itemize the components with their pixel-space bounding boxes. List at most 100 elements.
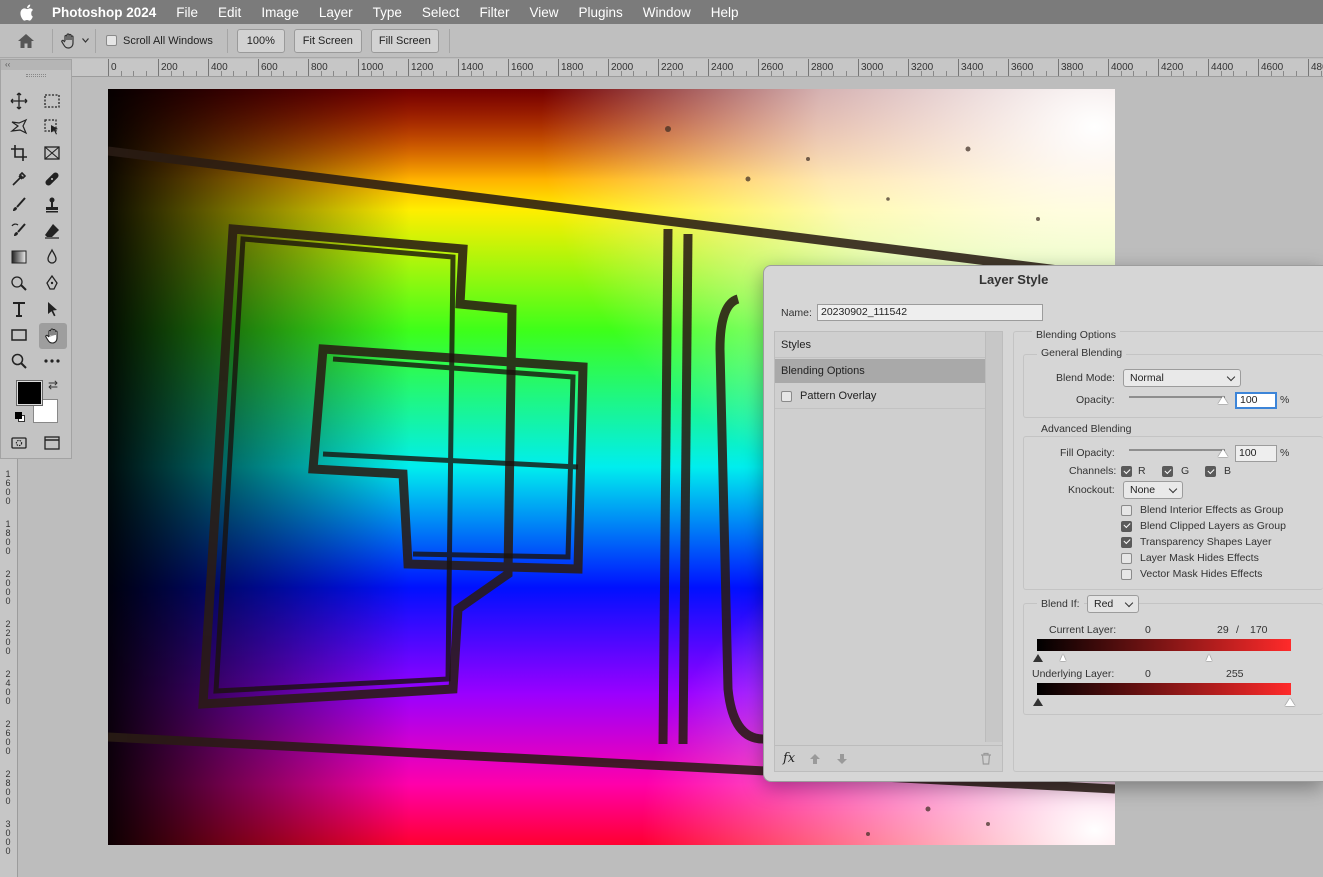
opacity-slider-thumb[interactable] <box>1218 396 1228 404</box>
eyedropper-icon[interactable] <box>6 167 32 191</box>
marquee-icon[interactable] <box>39 89 65 113</box>
hand-icon[interactable] <box>39 323 67 349</box>
object-select-icon[interactable] <box>39 115 65 139</box>
menu-view[interactable]: View <box>519 5 568 20</box>
move-icon[interactable] <box>6 89 32 113</box>
vector-mask-hides-checkbox[interactable] <box>1121 568 1132 580</box>
name-label: Name: <box>781 307 812 319</box>
dodge-icon[interactable] <box>6 271 32 295</box>
history-brush-icon[interactable] <box>6 219 32 243</box>
blend-clipped-option[interactable]: Blend Clipped Layers as Group <box>1121 520 1286 532</box>
channel-b-checkbox[interactable] <box>1205 466 1216 477</box>
ruler-tick <box>1133 71 1134 76</box>
name-field[interactable]: 20230902_111542 <box>817 304 1043 321</box>
transparency-shapes-checkbox[interactable] <box>1121 536 1132 548</box>
current-layer-high-a-value: 29 <box>1217 624 1229 636</box>
current-layer-white-split-left[interactable] <box>1060 654 1066 661</box>
healing-icon[interactable] <box>39 167 65 191</box>
grip-icon[interactable] <box>26 74 46 77</box>
pattern-overlay-checkbox[interactable] <box>781 390 792 402</box>
ruler-tick <box>383 71 384 76</box>
fx-icon[interactable]: fx <box>783 751 795 766</box>
apple-icon[interactable] <box>0 4 52 21</box>
menu-edit[interactable]: Edit <box>208 5 251 20</box>
collapse-icon[interactable]: ‹‹ <box>1 60 71 70</box>
ruler-tick <box>545 71 547 76</box>
menu-file[interactable]: File <box>166 5 208 20</box>
transparency-shapes-option[interactable]: Transparency Shapes Layer <box>1121 536 1272 548</box>
gradient-icon[interactable] <box>6 245 32 269</box>
current-layer-black-slider[interactable] <box>1033 654 1043 662</box>
current-layer-white-split-right[interactable] <box>1206 654 1212 661</box>
menu-filter[interactable]: Filter <box>469 5 519 20</box>
more-icon[interactable] <box>39 349 65 373</box>
ruler-tick <box>245 71 247 76</box>
scroll-all-windows-toggle[interactable]: Scroll All Windows <box>106 35 213 47</box>
underlying-layer-white-slider[interactable] <box>1285 698 1295 706</box>
default-colors-icon[interactable] <box>15 412 26 423</box>
scroll-all-checkbox[interactable] <box>106 35 117 46</box>
zoom-100-button[interactable]: 100% <box>236 28 285 53</box>
hand-tool-preset[interactable] <box>53 32 95 50</box>
opacity-field[interactable]: 100 <box>1235 392 1277 409</box>
screenmode-icon[interactable] <box>39 431 65 455</box>
eraser-icon[interactable] <box>39 219 65 243</box>
channel-r-checkbox[interactable] <box>1121 466 1132 477</box>
blend-if-select[interactable]: Red <box>1087 595 1139 613</box>
home-icon[interactable] <box>0 33 52 49</box>
ruler-tick <box>1120 71 1122 76</box>
fill-screen-button[interactable]: Fill Screen <box>370 28 439 53</box>
app-name-menu[interactable]: Photoshop 2024 <box>52 5 156 20</box>
move-up-icon[interactable] <box>809 753 821 765</box>
menu-select[interactable]: Select <box>412 5 470 20</box>
menu-plugins[interactable]: Plugins <box>568 5 632 20</box>
horizontal-ruler[interactable]: 0 200 400 600 800 1000 1200 1400 1600 1800 2000 220… <box>72 59 1323 77</box>
underlying-layer-black-slider[interactable] <box>1033 698 1043 706</box>
menu-layer[interactable]: Layer <box>309 5 363 20</box>
move-down-icon[interactable] <box>836 753 848 765</box>
type-icon[interactable] <box>6 297 32 321</box>
blur-icon[interactable] <box>39 245 65 269</box>
style-item-pattern-overlay[interactable]: Pattern Overlay <box>775 384 985 409</box>
styles-header[interactable]: Styles <box>775 332 985 358</box>
vector-mask-hides-option[interactable]: Vector Mask Hides Effects <box>1121 568 1262 580</box>
blend-clipped-checkbox[interactable] <box>1121 520 1132 532</box>
zoom-icon[interactable] <box>6 349 32 373</box>
menu-type[interactable]: Type <box>363 5 412 20</box>
styles-scrollbar[interactable] <box>985 332 1002 742</box>
dialog-title[interactable]: Layer Style <box>764 266 1323 293</box>
fit-screen-button[interactable]: Fit Screen <box>293 28 362 53</box>
blend-interior-option[interactable]: Blend Interior Effects as Group <box>1121 504 1283 516</box>
brush-icon[interactable] <box>6 193 32 217</box>
menu-help[interactable]: Help <box>701 5 749 20</box>
menu-image[interactable]: Image <box>251 5 309 20</box>
fill-opacity-field[interactable]: 100 <box>1235 445 1277 462</box>
lasso-icon[interactable] <box>6 115 32 139</box>
menu-window[interactable]: Window <box>633 5 701 20</box>
layer-mask-hides-option[interactable]: Layer Mask Hides Effects <box>1121 552 1259 564</box>
pen-icon[interactable] <box>39 271 65 295</box>
rectangle-icon[interactable] <box>6 323 32 347</box>
layer-mask-hides-checkbox[interactable] <box>1121 552 1132 564</box>
crop-icon[interactable] <box>6 141 32 165</box>
swap-colors-icon[interactable]: ⇄ <box>48 378 58 392</box>
fill-opacity-slider-thumb[interactable] <box>1218 449 1228 457</box>
style-item-blending-options[interactable]: Blending Options <box>775 359 985 383</box>
path-select-icon[interactable] <box>39 297 65 321</box>
channel-g-checkbox[interactable] <box>1162 466 1173 477</box>
layer-style-dialog[interactable]: Layer Style Name: 20230902_111542 Styles… <box>763 265 1323 782</box>
frame-icon[interactable] <box>39 141 65 165</box>
fill-opacity-slider[interactable] <box>1129 449 1225 451</box>
ruler-tick <box>1295 71 1297 76</box>
foreground-color-swatch[interactable] <box>16 380 43 406</box>
blend-mode-select[interactable]: Normal <box>1123 369 1241 387</box>
opacity-slider[interactable] <box>1129 396 1225 398</box>
quickmask-icon[interactable] <box>6 431 32 455</box>
stamp-icon[interactable] <box>39 193 65 217</box>
ruler-tick <box>333 71 334 76</box>
trash-icon[interactable] <box>980 752 992 765</box>
blend-interior-checkbox[interactable] <box>1121 504 1132 516</box>
ruler-tick <box>1233 71 1234 76</box>
knockout-select[interactable]: None <box>1123 481 1183 499</box>
vertical-ruler[interactable]: 1600 1800 2000 2200 2400 2600 2800 3000 <box>0 458 18 877</box>
